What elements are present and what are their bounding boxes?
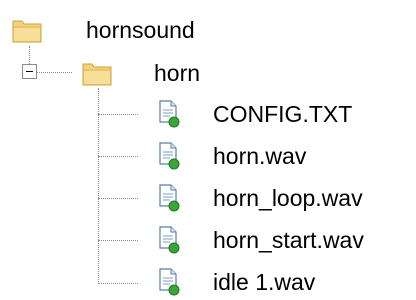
tree-item-label: horn.wav (213, 143, 307, 169)
tree-item-label: horn (154, 60, 201, 86)
tree-line (32, 72, 72, 73)
tree-line (98, 88, 99, 284)
tree-item-label: CONFIG.TXT (213, 101, 353, 127)
tree-line (98, 114, 138, 115)
tree-item-label: horn_start.wav (213, 227, 364, 253)
tree-item-label: horn_loop.wav (213, 185, 363, 211)
file-icon (157, 184, 181, 212)
collapse-toggle[interactable] (22, 64, 37, 79)
tree-item-horn[interactable]: horn (82, 55, 202, 91)
tree-line (98, 156, 138, 157)
file-icon (157, 226, 181, 254)
tree-line (98, 283, 138, 284)
tree-item-file[interactable]: horn_loop.wav (157, 180, 365, 216)
folder-icon (12, 17, 42, 43)
tree-item-file[interactable]: idle 1.wav (157, 264, 317, 300)
folder-icon (82, 60, 112, 86)
tree-line (98, 198, 138, 199)
tree-item-file[interactable]: horn.wav (157, 138, 308, 174)
file-icon (157, 268, 181, 296)
file-icon (157, 100, 181, 128)
tree-item-file[interactable]: CONFIG.TXT (157, 96, 354, 132)
tree-line (98, 240, 138, 241)
file-icon (157, 142, 181, 170)
tree-item-hornsound[interactable]: hornsound (12, 12, 197, 48)
tree-item-file[interactable]: horn_start.wav (157, 222, 366, 258)
file-tree: hornsound horn CONFIG.TXT horn.wav horn_… (0, 0, 416, 300)
tree-item-label: idle 1.wav (213, 269, 316, 295)
tree-item-label: hornsound (86, 17, 195, 43)
